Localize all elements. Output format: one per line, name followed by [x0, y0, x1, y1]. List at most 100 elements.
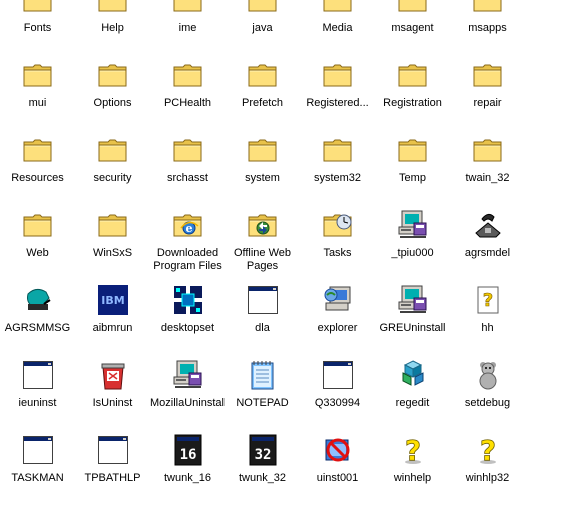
folder-icon	[397, 134, 429, 166]
file-item[interactable]: TASKMAN	[0, 434, 75, 509]
file-item[interactable]: AGRSMMSG	[0, 284, 75, 359]
twunk-16-icon: 16	[172, 434, 204, 466]
file-item-label: hh	[481, 322, 494, 334]
file-item-label: GREUninstall	[379, 322, 446, 334]
folder-icon	[97, 59, 129, 91]
folder-icon	[247, 59, 279, 91]
file-item[interactable]: 32 twunk_32	[225, 434, 300, 509]
folder-icon	[97, 134, 129, 166]
file-item[interactable]: agrsmdel	[450, 209, 525, 284]
file-item[interactable]: uinst001	[300, 434, 375, 509]
file-item[interactable]: security	[75, 134, 150, 209]
file-item[interactable]: msapps	[450, 0, 525, 59]
file-item-label: Media	[322, 22, 353, 34]
file-item[interactable]: Web	[0, 209, 75, 284]
file-item[interactable]: GREUninstall	[375, 284, 450, 359]
file-item-label: security	[93, 172, 132, 184]
file-item-label: msagent	[391, 22, 434, 34]
file-item[interactable]: IBM aibmrun	[75, 284, 150, 359]
file-icon-grid: Fonts Help ime java Media msagent msapps…	[0, 0, 571, 487]
file-item[interactable]: 16 twunk_16	[150, 434, 225, 509]
file-item-label: regedit	[395, 397, 430, 409]
folder-icon	[247, 134, 279, 166]
file-item[interactable]: regedit	[375, 359, 450, 434]
file-item[interactable]: MozillaUninstall	[150, 359, 225, 434]
file-item[interactable]: mui	[0, 59, 75, 134]
file-item-label: Prefetch	[242, 97, 283, 109]
file-item-label: twunk_16	[163, 472, 212, 484]
file-item-label: aibmrun	[92, 322, 133, 334]
file-item-label: Temp	[399, 172, 426, 184]
tasks-folder-icon	[322, 209, 354, 241]
folder-icon	[472, 0, 504, 16]
file-item[interactable]: Media	[300, 0, 375, 59]
file-item[interactable]: explorer	[300, 284, 375, 359]
file-item[interactable]: system32	[300, 134, 375, 209]
file-item-label: _tpiu000	[391, 247, 434, 259]
installer-computer-icon	[172, 359, 204, 391]
file-item[interactable]: Fonts	[0, 0, 75, 59]
file-item-label: twain_32	[465, 172, 510, 184]
file-item[interactable]: Registered...	[300, 59, 375, 134]
file-item[interactable]: IsUninst	[75, 359, 150, 434]
folder-icon	[172, 0, 204, 16]
file-item-label: system32	[313, 172, 362, 184]
svg-text:?: ?	[479, 434, 495, 466]
file-item-label: NOTEPAD	[236, 397, 289, 409]
file-item[interactable]: ime	[150, 0, 225, 59]
file-item[interactable]: _tpiu000	[375, 209, 450, 284]
file-item[interactable]: Tasks	[300, 209, 375, 284]
file-item[interactable]: Temp	[375, 134, 450, 209]
file-item[interactable]: TPBATHLP	[75, 434, 150, 509]
file-item[interactable]: msagent	[375, 0, 450, 59]
file-item[interactable]: Options	[75, 59, 150, 134]
file-item[interactable]: Offline Web Pages	[225, 209, 300, 284]
file-item[interactable]: setdebug	[450, 359, 525, 434]
file-item[interactable]: srchasst	[150, 134, 225, 209]
file-item[interactable]: PCHealth	[150, 59, 225, 134]
file-item-label: PCHealth	[163, 97, 212, 109]
regedit-icon	[397, 359, 429, 391]
file-item[interactable]: repair	[450, 59, 525, 134]
file-item-label: Options	[93, 97, 132, 109]
folder-icon	[97, 0, 129, 16]
desktopset-icon	[172, 284, 204, 316]
file-item[interactable]: e Downloaded Program Files	[150, 209, 225, 284]
file-item[interactable]: system	[225, 134, 300, 209]
file-item[interactable]: NOTEPAD	[225, 359, 300, 434]
file-item[interactable]: ? hh	[450, 284, 525, 359]
file-item[interactable]: twain_32	[450, 134, 525, 209]
teddy-bear-icon	[472, 359, 504, 391]
file-item-label: TASKMAN	[11, 472, 64, 484]
svg-text:?: ?	[482, 290, 492, 311]
file-item-label: srchasst	[167, 172, 208, 184]
svg-text:32: 32	[254, 447, 271, 463]
folder-icon	[22, 59, 54, 91]
file-item-label: explorer	[317, 322, 358, 334]
folder-icon	[172, 59, 204, 91]
file-item[interactable]: desktopset	[150, 284, 225, 359]
help-question-icon: ?	[397, 434, 429, 466]
file-item[interactable]: Resources	[0, 134, 75, 209]
app-window-icon	[247, 284, 279, 316]
file-item-label: Downloaded Program Files	[153, 247, 222, 272]
file-item[interactable]: Q330994	[300, 359, 375, 434]
file-item-label: Resources	[11, 172, 64, 184]
svg-text:?: ?	[404, 434, 420, 466]
app-window-icon	[22, 434, 54, 466]
installer-computer-icon	[397, 209, 429, 241]
folder-icon	[22, 134, 54, 166]
file-item-label: AGRSMMSG	[4, 322, 71, 334]
file-item[interactable]: java	[225, 0, 300, 59]
file-item[interactable]: Help	[75, 0, 150, 59]
file-item[interactable]: ieuninst	[0, 359, 75, 434]
agrsmmsg-icon	[22, 284, 54, 316]
file-item[interactable]: Registration	[375, 59, 450, 134]
file-item[interactable]: Prefetch	[225, 59, 300, 134]
file-item[interactable]: WinSxS	[75, 209, 150, 284]
file-item[interactable]: ? winhelp	[375, 434, 450, 509]
file-item[interactable]: dla	[225, 284, 300, 359]
file-item[interactable]: ? winhlp32	[450, 434, 525, 509]
file-item-label: winhlp32	[465, 472, 510, 484]
installer-computer-icon	[397, 284, 429, 316]
